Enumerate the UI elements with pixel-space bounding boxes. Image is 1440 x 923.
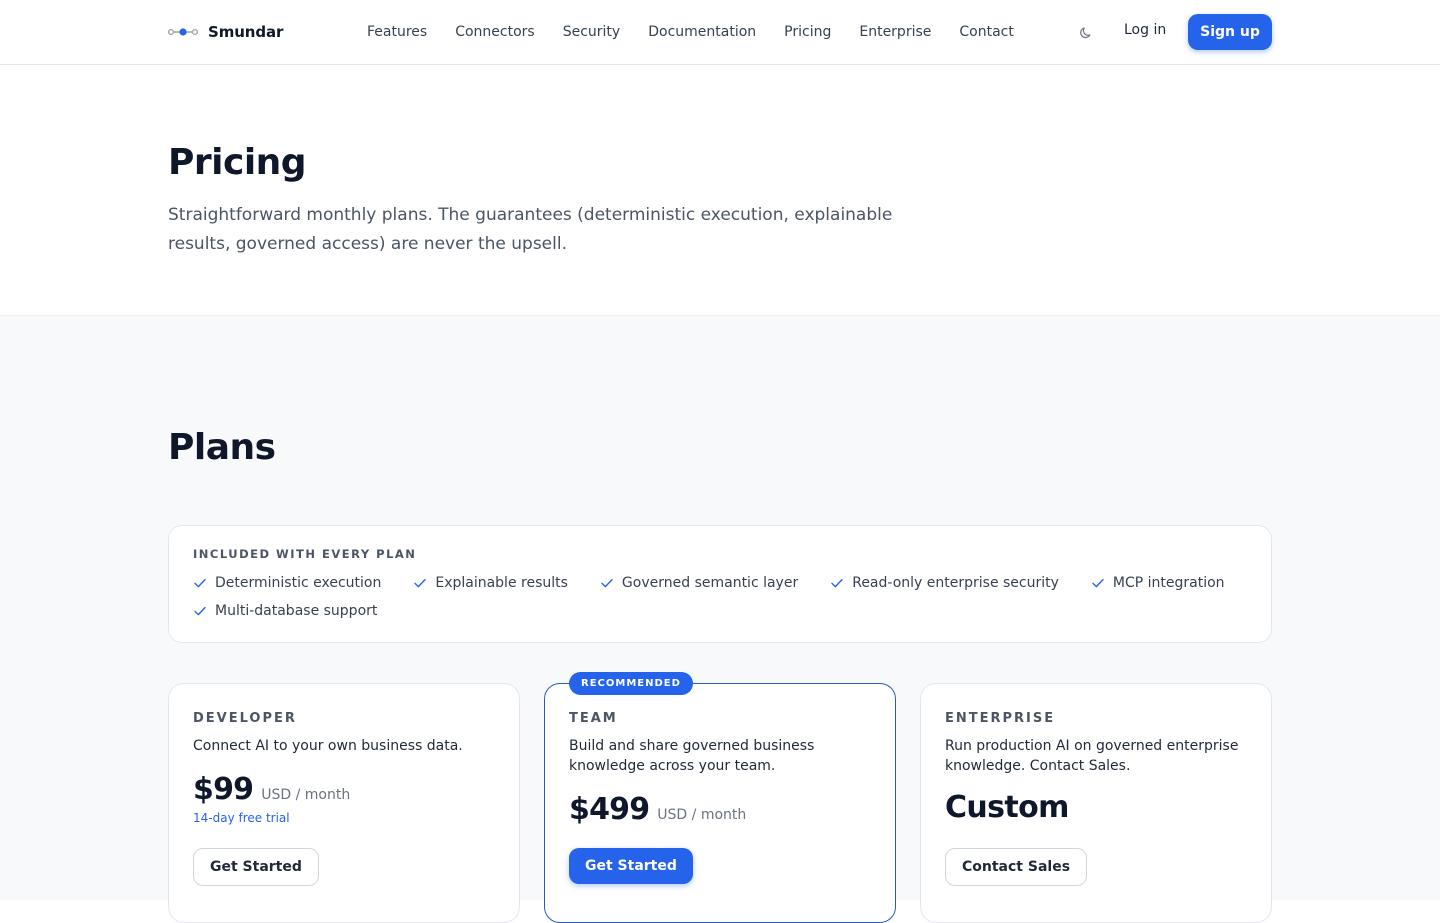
plans-heading: Plans	[168, 427, 276, 468]
plan-name: DEVELOPER	[193, 711, 297, 726]
list-item: Governed semantic layer	[600, 573, 798, 593]
check-icon	[414, 578, 427, 588]
price-unit: USD / month	[657, 807, 747, 823]
logo-icon	[168, 28, 198, 36]
nav-link-enterprise[interactable]: Enterprise	[859, 24, 931, 40]
list-item: Explainable results	[413, 573, 568, 593]
check-icon	[601, 578, 613, 588]
signup-button[interactable]: Sign up	[1188, 14, 1272, 50]
hero-section: Pricing Straightforward monthly plans. T…	[0, 65, 1440, 316]
list-item: Multi-database support	[193, 601, 377, 621]
nav-link-security[interactable]: Security	[563, 24, 621, 40]
plan-price: $499	[569, 792, 650, 827]
nav-link-features[interactable]: Features	[367, 24, 427, 40]
included-feature-label: Explainable results	[435, 575, 568, 591]
recommended-badge: RECOMMENDED	[569, 672, 693, 695]
plan-name: ENTERPRISE	[945, 711, 1056, 726]
plan-description: Connect AI to your own business data.	[193, 738, 463, 754]
plan-card-enterprise: ENTERPRISE Run production AI on governed…	[920, 683, 1272, 923]
page-subtitle: Straightforward monthly plans. The guara…	[168, 205, 893, 254]
check-icon	[194, 578, 206, 588]
plan-description: Build and share governed business knowle…	[569, 738, 815, 774]
plan-name: TEAM	[569, 711, 618, 726]
included-features-panel: INCLUDED WITH EVERY PLAN Deterministic e…	[168, 525, 1272, 643]
contact-sales-button[interactable]: Contact Sales	[945, 848, 1088, 886]
price-row: $499 USD / month	[569, 792, 746, 827]
brand-name: Smundar	[208, 23, 284, 41]
included-feature-label: Governed semantic layer	[621, 575, 799, 591]
moon-icon[interactable]	[1080, 25, 1094, 39]
check-icon	[831, 578, 843, 588]
included-feature-label: MCP integration	[1112, 575, 1225, 591]
list-item: MCP integration	[1091, 573, 1225, 593]
plans-section: Plans INCLUDED WITH EVERY PLAN Determini…	[0, 316, 1440, 923]
included-feature-label: Read-only enterprise security	[852, 575, 1059, 591]
plan-price: Custom	[945, 790, 1069, 825]
nav-link-contact[interactable]: Contact	[959, 24, 1013, 40]
login-link[interactable]: Log in	[1124, 22, 1166, 38]
included-features-list: Deterministic execution Explainable resu…	[193, 573, 1253, 621]
included-label: INCLUDED WITH EVERY PLAN	[193, 547, 417, 561]
list-item: Read-only enterprise security	[830, 573, 1059, 593]
plan-price: $99	[193, 772, 254, 807]
price-unit: USD / month	[261, 787, 351, 803]
main-nav: Features Connectors Security Documentati…	[367, 22, 1014, 42]
nav-link-documentation[interactable]: Documentation	[648, 24, 756, 40]
included-feature-label: Multi-database support	[215, 603, 378, 619]
price-row: $99 USD / month	[193, 772, 350, 807]
check-icon	[194, 606, 206, 616]
nav-link-connectors[interactable]: Connectors	[455, 24, 535, 40]
list-item: Deterministic execution	[193, 573, 381, 593]
nav-link-pricing[interactable]: Pricing	[784, 24, 831, 40]
get-started-button-developer[interactable]: Get Started	[193, 848, 319, 886]
plan-card-team: RECOMMENDED TEAM Build and share governe…	[544, 672, 896, 923]
brand-home-link[interactable]: Smundar	[168, 20, 283, 44]
plan-card-developer: DEVELOPER Connect AI to your own busines…	[168, 683, 520, 923]
plan-description: Run production AI on governed enterprise…	[945, 738, 1239, 774]
top-navigation-bar: Smundar Features Connectors Security Doc…	[0, 0, 1440, 65]
check-icon	[1092, 578, 1104, 588]
trial-note: 14-day free trial	[193, 811, 290, 825]
page-title: Pricing	[168, 142, 307, 183]
get-started-button-team[interactable]: Get Started	[569, 848, 693, 884]
included-feature-label: Deterministic execution	[215, 575, 382, 591]
